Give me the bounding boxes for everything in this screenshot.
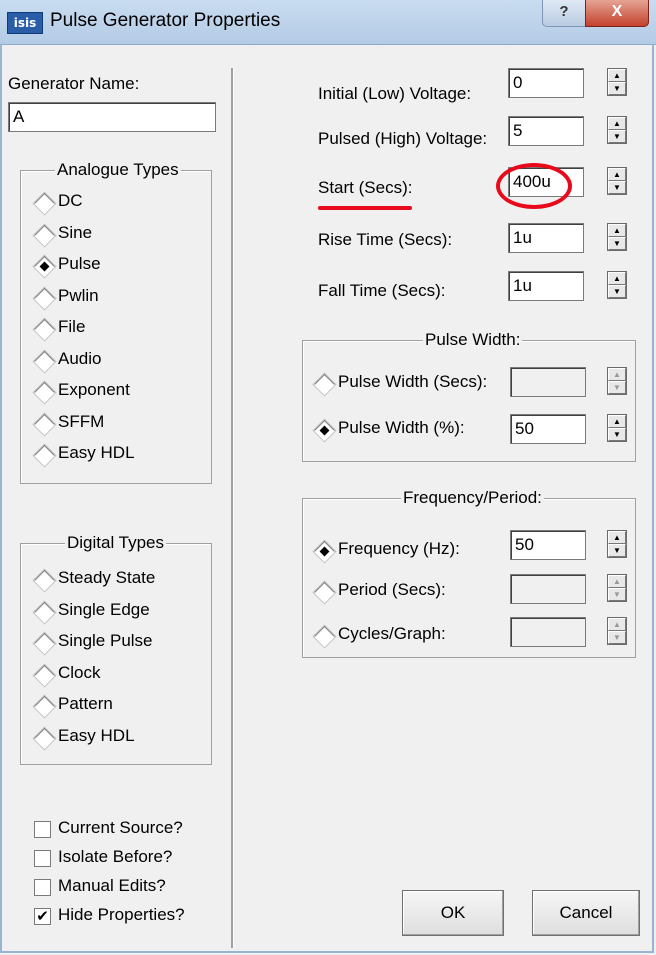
radio-label: Pattern	[58, 694, 113, 713]
radio-label: Audio	[58, 348, 102, 368]
pulsed-voltage-input[interactable]: 5	[508, 116, 584, 146]
initial-voltage-spinner[interactable]: ▲ ▼	[607, 68, 627, 96]
isolate-before-label: Isolate Before?	[58, 847, 173, 866]
spin-down-icon[interactable]: ▼	[608, 631, 626, 644]
radio-label: Single Pulse	[58, 631, 153, 650]
generator-name-input[interactable]: A	[8, 102, 216, 132]
digital-types-legend: Digital Types	[65, 533, 167, 553]
cycles-input[interactable]	[510, 617, 586, 647]
pulse-width-percent-spinner[interactable]: ▲ ▼	[607, 414, 627, 442]
spin-down-icon[interactable]: ▼	[608, 237, 626, 250]
spin-up-icon[interactable]: ▲	[608, 415, 626, 428]
generator-name-label: Generator Name:	[8, 74, 140, 93]
spin-up-icon[interactable]: ▲	[608, 69, 626, 82]
spin-up-icon[interactable]: ▲	[608, 272, 626, 285]
radio-label: Sine	[58, 222, 93, 242]
window-title: Pulse Generator Properties	[50, 10, 281, 31]
rise-time-label: Rise Time (Secs):	[318, 230, 453, 249]
help-button[interactable]: ?	[542, 0, 586, 27]
hide-properties-label: Hide Properties?	[58, 905, 185, 924]
radio-label: Single Edge	[58, 599, 150, 619]
spin-up-icon[interactable]: ▲	[608, 575, 626, 588]
frequency-label: Frequency (Hz):	[338, 539, 460, 558]
current-source-label: Current Source?	[58, 818, 183, 837]
pulsed-voltage-label: Pulsed (High) Voltage:	[318, 129, 488, 148]
radio-label: Pwlin	[58, 285, 99, 305]
spin-up-icon[interactable]: ▲	[608, 531, 626, 544]
radio-label: SFFM	[58, 411, 105, 431]
analogue-types-legend: Analogue Types	[55, 160, 181, 180]
isolate-before-checkbox[interactable]	[34, 850, 51, 867]
spin-down-icon[interactable]: ▼	[608, 82, 626, 95]
column-divider	[231, 68, 234, 948]
manual-edits-checkbox[interactable]	[34, 879, 51, 896]
radio-label: Exponent	[58, 380, 130, 399]
pulse-width-secs-label: Pulse Width (Secs):	[338, 372, 488, 391]
spin-up-icon[interactable]: ▲	[608, 168, 626, 181]
hide-properties-checkbox[interactable]: ✔	[34, 908, 51, 925]
period-spinner[interactable]: ▲ ▼	[607, 574, 627, 602]
period-label: Period (Secs):	[338, 580, 446, 599]
red-circle-annotation	[496, 163, 572, 209]
rise-time-input[interactable]: 1u	[508, 223, 584, 253]
rise-time-spinner[interactable]: ▲ ▼	[607, 223, 627, 251]
ok-button[interactable]: OK	[402, 890, 504, 936]
pulse-width-legend: Pulse Width:	[423, 330, 523, 350]
spin-up-icon[interactable]: ▲	[608, 368, 626, 381]
spin-down-icon[interactable]: ▼	[608, 285, 626, 298]
current-source-checkbox[interactable]	[34, 821, 51, 838]
spin-down-icon[interactable]: ▼	[608, 428, 626, 441]
cancel-button[interactable]: Cancel	[532, 890, 640, 936]
pulse-width-secs-spinner[interactable]: ▲ ▼	[607, 367, 627, 395]
frequency-period-legend: Frequency/Period:	[401, 488, 544, 508]
fall-time-input[interactable]: 1u	[508, 271, 584, 301]
cycles-spinner[interactable]: ▲ ▼	[607, 617, 627, 645]
pulse-width-percent-label: Pulse Width (%):	[338, 418, 465, 437]
period-input[interactable]	[510, 574, 586, 604]
spin-down-icon[interactable]: ▼	[608, 181, 626, 194]
radio-label: DC	[58, 191, 83, 210]
start-secs-spinner[interactable]: ▲ ▼	[607, 167, 627, 195]
pulse-width-secs-input[interactable]	[510, 367, 586, 397]
spin-up-icon[interactable]: ▲	[608, 224, 626, 237]
spin-down-icon[interactable]: ▼	[608, 381, 626, 394]
fall-time-label: Fall Time (Secs):	[318, 281, 446, 300]
radio-label: File	[58, 317, 86, 336]
title-bar[interactable]: isis Pulse Generator Properties ? X	[0, 0, 656, 45]
initial-voltage-label: Initial (Low) Voltage:	[318, 84, 472, 103]
close-button[interactable]: X	[585, 0, 649, 27]
pulse-width-percent-input[interactable]: 50	[510, 414, 586, 444]
radio-label: Steady State	[58, 568, 156, 587]
manual-edits-label: Manual Edits?	[58, 876, 166, 895]
frequency-input[interactable]: 50	[510, 530, 586, 560]
radio-label: Easy HDL	[58, 725, 135, 745]
spin-up-icon[interactable]: ▲	[608, 117, 626, 130]
isis-app-icon: isis	[7, 12, 43, 34]
spin-down-icon[interactable]: ▼	[608, 588, 626, 601]
spin-down-icon[interactable]: ▼	[608, 130, 626, 143]
radio-label: Clock	[58, 662, 101, 682]
red-underline-annotation	[318, 206, 412, 210]
cycles-label: Cycles/Graph:	[338, 624, 446, 643]
radio-label: Pulse	[58, 254, 101, 273]
spin-up-icon[interactable]: ▲	[608, 618, 626, 631]
pulsed-voltage-spinner[interactable]: ▲ ▼	[607, 116, 627, 144]
fall-time-spinner[interactable]: ▲ ▼	[607, 271, 627, 299]
initial-voltage-input[interactable]: 0	[508, 68, 584, 98]
spin-down-icon[interactable]: ▼	[608, 544, 626, 557]
frequency-spinner[interactable]: ▲ ▼	[607, 530, 627, 558]
radio-label: Easy HDL	[58, 443, 135, 462]
start-secs-label: Start (Secs):	[318, 178, 413, 197]
